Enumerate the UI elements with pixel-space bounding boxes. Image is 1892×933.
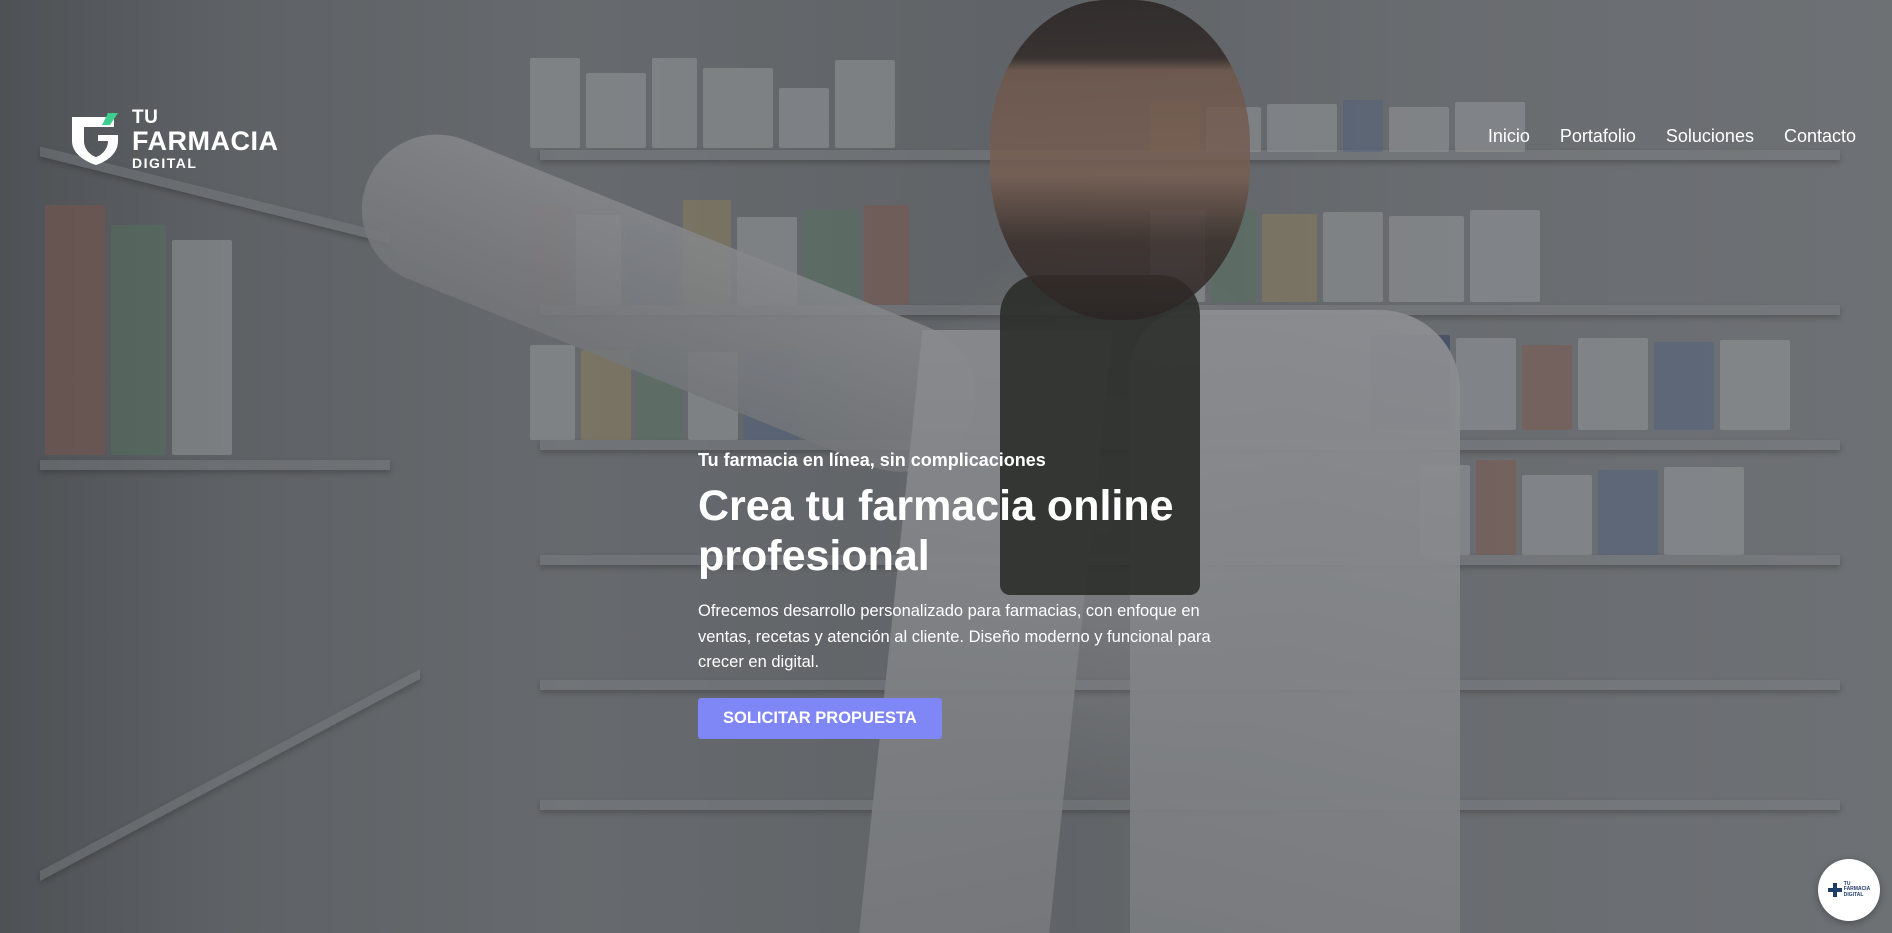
brand-line-1: TU (132, 107, 159, 128)
nav-item-contacto[interactable]: Contacto (1784, 126, 1856, 147)
brand-line-3: DIGITAL (132, 155, 198, 171)
hero-content: Tu farmacia en línea, sin complicaciones… (698, 450, 1218, 739)
floating-brand-button[interactable]: TU FARMACIA DIGITAL (1818, 859, 1880, 921)
main-nav: Inicio Portafolio Soluciones Contacto (1488, 126, 1856, 147)
request-proposal-button[interactable]: SOLICITAR PROPUESTA (698, 697, 942, 739)
floating-brand-text: TU FARMACIA DIGITAL (1843, 881, 1870, 898)
brand-logo-icon (72, 113, 118, 165)
brand-wordmark: TU FARMACIA DIGITAL (132, 108, 279, 170)
hero-description: Ofrecemos desarrollo personalizado para … (698, 602, 1211, 671)
hero-title: Crea tu farmacia online profesional (698, 482, 1174, 580)
brand-logo-icon (1827, 883, 1842, 897)
brand-logo[interactable]: TU FARMACIA DIGITAL (68, 108, 279, 170)
hero-eyebrow: Tu farmacia en línea, sin complicaciones (698, 450, 1046, 470)
nav-item-soluciones[interactable]: Soluciones (1666, 126, 1754, 147)
brand-line-2: FARMACIA (132, 126, 279, 156)
nav-item-portafolio[interactable]: Portafolio (1560, 126, 1636, 147)
fab-line-3: DIGITAL (1843, 891, 1864, 898)
hero-section: TU FARMACIA DIGITAL Inicio Portafolio So… (0, 0, 1892, 933)
nav-item-inicio[interactable]: Inicio (1488, 126, 1530, 147)
floating-brand-logo: TU FARMACIA DIGITAL (1827, 881, 1870, 898)
